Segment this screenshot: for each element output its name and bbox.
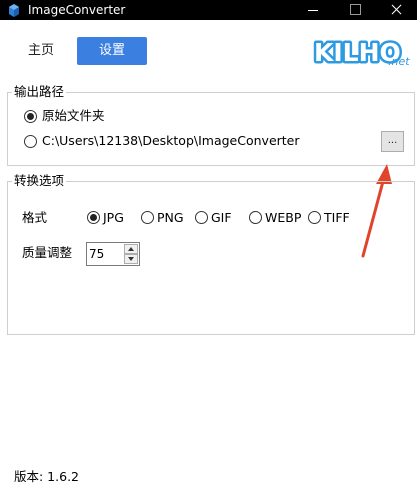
label-original-folder[interactable]: 原始文件夹 bbox=[42, 108, 105, 124]
kilho-logo: KILHO KILHO .net bbox=[312, 36, 410, 70]
radio-format-jpg[interactable] bbox=[87, 211, 100, 224]
output-path-group bbox=[7, 92, 415, 166]
output-path-legend: 输出路径 bbox=[12, 84, 67, 100]
radio-format-gif[interactable] bbox=[195, 211, 208, 224]
radio-format-png[interactable] bbox=[141, 211, 154, 224]
quality-stepper[interactable] bbox=[86, 242, 140, 266]
radio-format-webp[interactable] bbox=[249, 211, 262, 224]
nav-settings-button[interactable]: 设置 bbox=[77, 37, 147, 65]
quality-input[interactable] bbox=[89, 246, 119, 262]
quality-label: 质量调整 bbox=[22, 245, 73, 260]
radio-format-tiff[interactable] bbox=[308, 211, 321, 224]
window-title: ImageConverter bbox=[28, 3, 126, 17]
nav-home-button[interactable]: 主页 bbox=[16, 37, 66, 65]
minimize-icon[interactable] bbox=[295, 0, 331, 20]
version-text: 版本: 1.6.2 bbox=[14, 469, 79, 484]
close-icon[interactable] bbox=[379, 0, 415, 20]
logo-suffix: .net bbox=[388, 55, 410, 68]
label-format-tiff[interactable]: TIFF bbox=[324, 210, 350, 226]
spin-down-icon[interactable] bbox=[124, 254, 138, 264]
label-format-png[interactable]: PNG bbox=[157, 210, 184, 226]
browse-button[interactable]: ... bbox=[381, 131, 404, 152]
format-label: 格式 bbox=[22, 210, 48, 225]
maximize-icon[interactable] bbox=[337, 0, 373, 20]
label-format-jpg[interactable]: JPG bbox=[103, 210, 124, 226]
radio-original-folder[interactable] bbox=[24, 110, 37, 123]
title-bar: ImageConverter bbox=[0, 0, 417, 20]
convert-options-legend: 转换选项 bbox=[12, 173, 67, 189]
radio-custom-path[interactable] bbox=[24, 135, 37, 148]
label-format-webp[interactable]: WEBP bbox=[265, 210, 301, 226]
label-custom-path[interactable]: C:\Users\12138\Desktop\ImageConverter bbox=[42, 133, 300, 149]
label-format-gif[interactable]: GIF bbox=[211, 210, 232, 226]
app-icon bbox=[9, 4, 19, 17]
spin-up-icon[interactable] bbox=[124, 244, 138, 254]
